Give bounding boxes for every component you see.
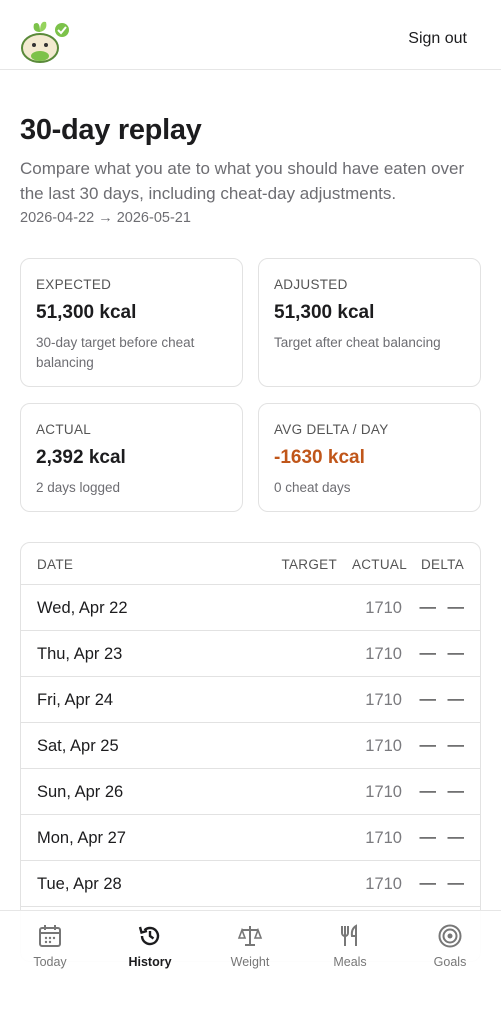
table-row: Thu, Apr 23 1710 — — <box>21 631 480 677</box>
row-delta: — <box>447 736 465 754</box>
row-target: 1710 <box>365 691 402 709</box>
row-delta: — <box>447 828 465 846</box>
expected-note: 30-day target before cheat balancing <box>36 335 195 370</box>
table-row: Mon, Apr 27 1710 — — <box>21 815 480 861</box>
page-title: 30-day replay <box>20 114 202 146</box>
row-actual: — <box>419 874 437 892</box>
expected-label: EXPECTED <box>36 277 112 292</box>
row-date: Wed, Apr 22 <box>37 599 128 617</box>
row-date: Thu, Apr 23 <box>37 645 123 663</box>
replay-table: DATE TARGET ACTUAL DELTA Wed, Apr 22 171… <box>20 542 481 962</box>
nav-today[interactable]: Today <box>5 923 95 969</box>
row-target: 1710 <box>365 737 402 755</box>
table-row: Sun, Apr 26 1710 — — <box>21 769 480 815</box>
nav-label: Weight <box>230 955 270 969</box>
row-delta: — <box>447 874 465 892</box>
actual-label: ACTUAL <box>36 422 92 437</box>
row-target: 1710 <box>365 783 402 801</box>
actual-card: ACTUAL 2,392 kcal 2 days logged <box>20 403 243 512</box>
top-bar: Sign out <box>0 0 501 70</box>
row-delta: — <box>447 782 465 800</box>
row-actual: — <box>419 690 437 708</box>
header-date: DATE <box>37 557 74 572</box>
row-target: 1710 <box>365 875 402 893</box>
actual-note: 2 days logged <box>36 480 121 495</box>
bottom-nav: Today History Weight Meals Goals <box>0 910 501 1024</box>
row-target: 1710 <box>365 599 402 617</box>
avg-delta-label: AVG DELTA / DAY <box>274 422 389 437</box>
nav-weight[interactable]: Weight <box>205 923 295 969</box>
adjusted-label: ADJUSTED <box>274 277 348 292</box>
row-date: Fri, Apr 24 <box>37 691 114 709</box>
nav-label: Today <box>33 955 67 969</box>
history-icon <box>138 926 160 946</box>
table-row: Tue, Apr 28 1710 — — <box>21 861 480 907</box>
utensils-icon <box>341 924 357 946</box>
row-actual: — <box>419 828 437 846</box>
table-row: Sat, Apr 25 1710 — — <box>21 723 480 769</box>
scale-icon <box>237 926 263 946</box>
header-actual: ACTUAL <box>351 557 407 572</box>
avg-delta-value: -1630 kcal <box>274 447 365 468</box>
nav-label: History <box>128 955 172 969</box>
nav-history[interactable]: History <box>105 923 195 969</box>
row-target: 1710 <box>365 645 402 663</box>
row-date: Tue, Apr 28 <box>37 875 122 893</box>
row-date: Mon, Apr 27 <box>37 829 126 847</box>
nav-meals[interactable]: Meals <box>305 923 395 969</box>
avg-delta-note: 0 cheat days <box>274 480 351 495</box>
row-actual: — <box>419 598 437 616</box>
row-target: 1710 <box>365 829 402 847</box>
table-row: Fri, Apr 24 1710 — — <box>21 677 480 723</box>
row-actual: — <box>419 736 437 754</box>
table-header: DATE TARGET ACTUAL DELTA <box>21 543 480 585</box>
row-delta: — <box>447 644 465 662</box>
nav-goals[interactable]: Goals <box>405 923 495 969</box>
row-actual: — <box>419 782 437 800</box>
row-date: Sun, Apr 26 <box>37 783 124 801</box>
page-subtitle: Compare what you ate to what you should … <box>20 159 465 203</box>
sign-out-button[interactable]: Sign out <box>408 30 467 48</box>
target-icon <box>438 924 462 948</box>
avg-delta-card: AVG DELTA / DAY -1630 kcal 0 cheat days <box>258 403 481 512</box>
actual-value: 2,392 kcal <box>36 447 126 468</box>
date-range: 2026-04-22 → 2026-05-21 <box>20 210 191 226</box>
header-target: TARGET <box>281 557 337 572</box>
adjusted-value: 51,300 kcal <box>274 302 375 323</box>
expected-card: EXPECTED 51,300 kcal 30-day target befor… <box>20 258 243 387</box>
row-delta: — <box>447 598 465 616</box>
row-date: Sat, Apr 25 <box>37 737 119 755</box>
adjusted-card: ADJUSTED 51,300 kcal Target after cheat … <box>258 258 481 387</box>
row-delta: — <box>447 690 465 708</box>
nav-label: Meals <box>333 955 367 969</box>
table-row: Wed, Apr 22 1710 — — <box>21 585 480 631</box>
calendar-icon <box>39 925 61 947</box>
row-actual: — <box>419 644 437 662</box>
header-delta: DELTA <box>420 557 464 572</box>
nav-label: Goals <box>433 955 467 969</box>
adjusted-note: Target after cheat balancing <box>274 335 441 350</box>
expected-value: 51,300 kcal <box>36 302 137 323</box>
app-logo-icon[interactable] <box>18 18 74 64</box>
